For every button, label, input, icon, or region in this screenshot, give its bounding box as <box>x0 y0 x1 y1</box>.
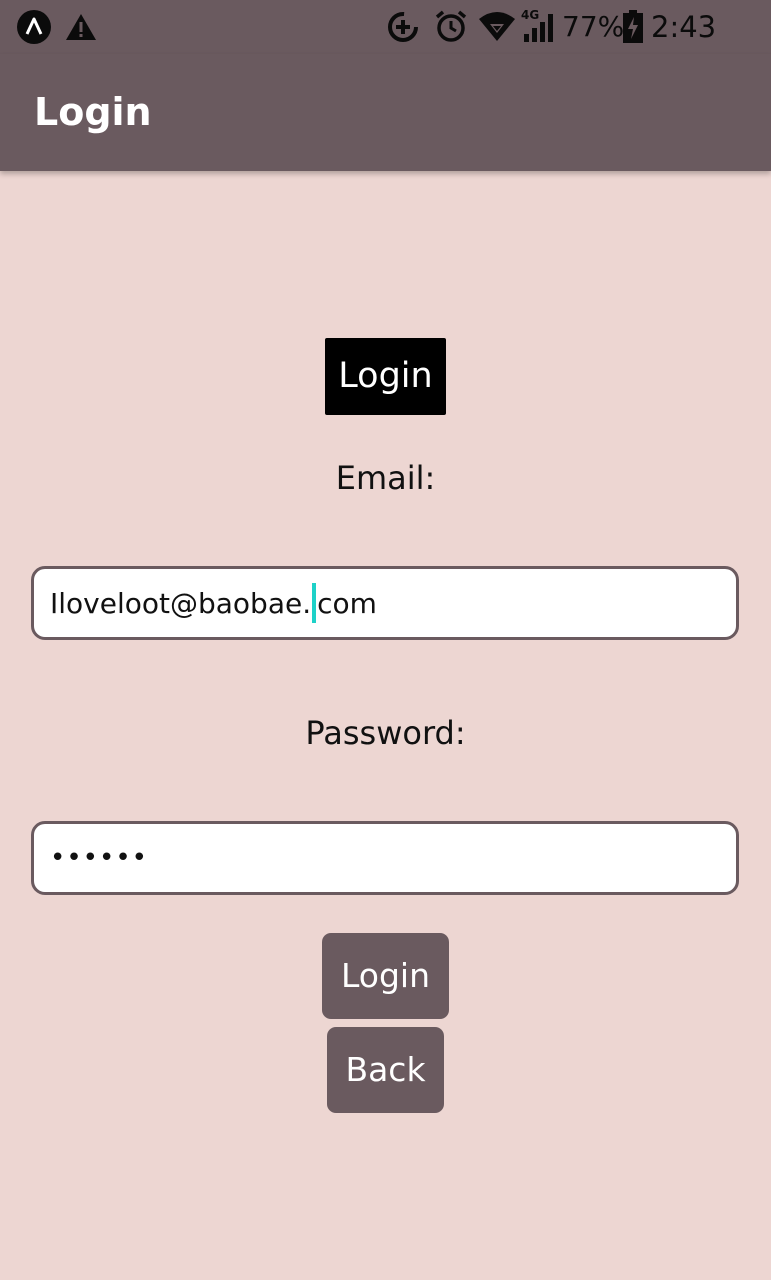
back-button[interactable]: Back <box>327 1027 444 1113</box>
password-label: Password: <box>305 714 466 752</box>
email-label: Email: <box>335 459 436 497</box>
status-bar: 4G 77% 2:43 pm <box>0 0 771 82</box>
password-field[interactable]: •••••• <box>31 821 739 895</box>
login-heading: Login <box>325 338 446 415</box>
login-button[interactable]: Login <box>322 933 449 1019</box>
email-field[interactable]: Iloveloot@baobae. com <box>31 566 739 640</box>
alarm-icon <box>435 10 467 42</box>
warning-icon <box>66 14 96 40</box>
data-saver-icon <box>388 12 418 42</box>
wifi-icon <box>479 12 515 41</box>
app-bar: Login <box>0 54 771 171</box>
email-value-end: com <box>317 586 377 620</box>
battery-charging-icon <box>623 10 643 43</box>
app-bar-title: Login <box>34 90 152 134</box>
app-logo-icon <box>17 10 51 44</box>
battery-percent: 77% <box>562 10 625 43</box>
signal-icon <box>524 14 553 42</box>
password-value: •••••• <box>50 843 149 873</box>
email-value-start: Iloveloot@baobae. <box>50 586 312 620</box>
text-caret <box>312 583 317 623</box>
